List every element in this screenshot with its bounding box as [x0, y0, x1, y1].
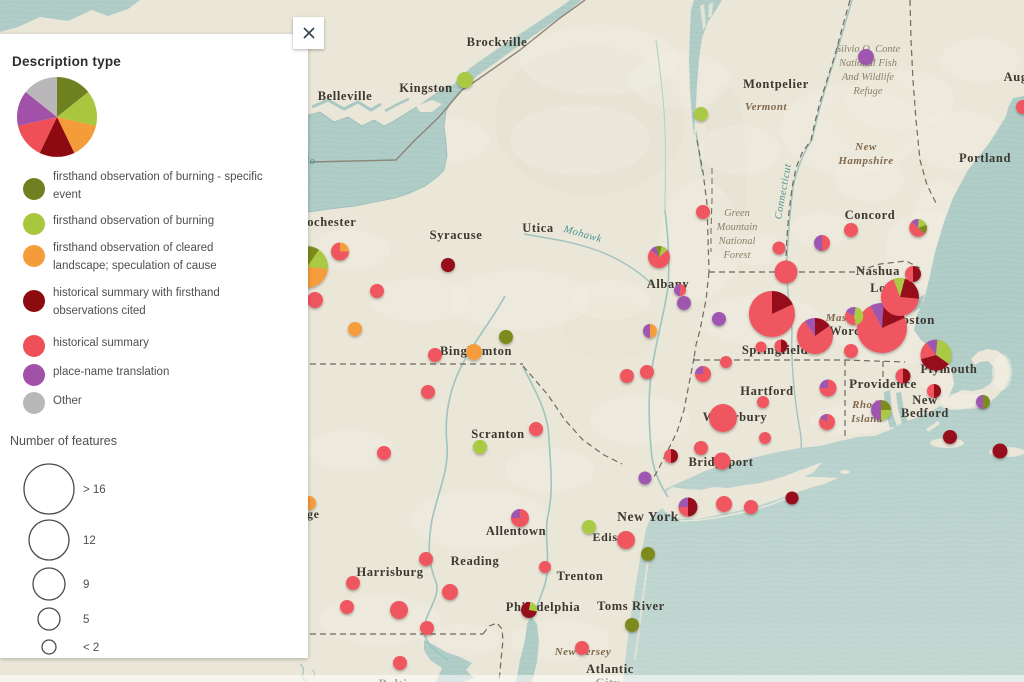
- svg-text:Toms River: Toms River: [597, 599, 665, 613]
- svg-text:12: 12: [83, 535, 96, 547]
- svg-text:Nashua: Nashua: [856, 264, 900, 278]
- svg-text:Bedford: Bedford: [901, 406, 949, 420]
- svg-text:Augusta: Augusta: [1004, 70, 1024, 84]
- svg-text:Belleville: Belleville: [318, 89, 373, 103]
- svg-text:Montpelier: Montpelier: [743, 77, 809, 91]
- svg-text:Hampshire: Hampshire: [837, 155, 893, 167]
- svg-text:Atlantic: Atlantic: [586, 662, 634, 676]
- svg-text:Syracuse: Syracuse: [430, 228, 483, 242]
- svg-text:Harrisburg: Harrisburg: [356, 565, 423, 579]
- svg-text:Green: Green: [724, 208, 750, 219]
- svg-text:New York: New York: [617, 509, 679, 524]
- svg-text:Mountain: Mountain: [716, 222, 758, 233]
- svg-text:National: National: [718, 236, 756, 247]
- svg-text:Philadelphia: Philadelphia: [506, 600, 581, 614]
- svg-text:Reading: Reading: [451, 554, 500, 568]
- svg-text:Kingston: Kingston: [399, 81, 452, 95]
- svg-text:5: 5: [83, 614, 89, 626]
- svg-text:Portland: Portland: [959, 151, 1011, 165]
- svg-text:Brockville: Brockville: [467, 35, 528, 49]
- svg-text:Hartford: Hartford: [740, 384, 793, 398]
- svg-text:> 16: > 16: [83, 484, 106, 496]
- svg-text:< 2: < 2: [83, 642, 99, 654]
- svg-text:Vermont: Vermont: [745, 101, 787, 113]
- svg-text:Allentown: Allentown: [486, 524, 546, 538]
- svg-text:Refuge: Refuge: [852, 86, 882, 97]
- svg-text:Trenton: Trenton: [557, 569, 604, 583]
- svg-text:New: New: [854, 141, 877, 153]
- svg-text:Concord: Concord: [845, 208, 896, 222]
- svg-text:Utica: Utica: [522, 221, 554, 235]
- svg-text:Scranton: Scranton: [471, 427, 524, 441]
- svg-text:And Wildlife: And Wildlife: [841, 72, 895, 83]
- svg-text:9: 9: [83, 579, 89, 591]
- svg-text:Forest: Forest: [722, 250, 751, 261]
